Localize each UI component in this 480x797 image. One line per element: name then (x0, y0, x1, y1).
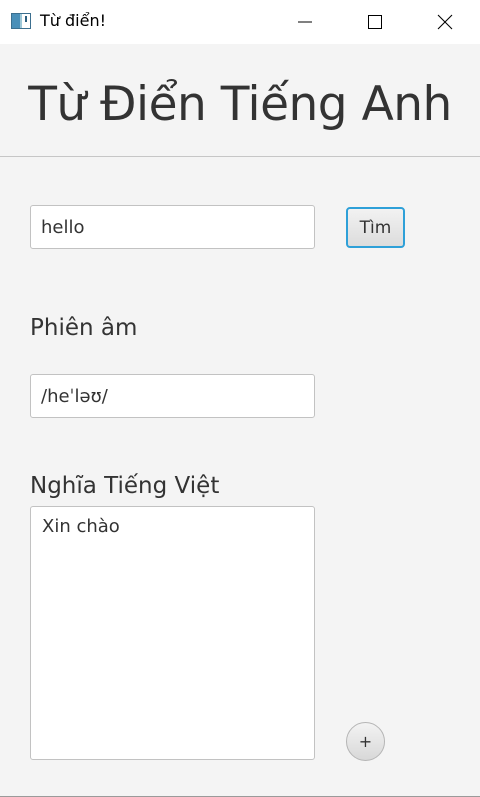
close-button[interactable] (422, 0, 468, 44)
app-icon (11, 13, 31, 29)
maximize-icon (368, 15, 382, 29)
phonetic-field[interactable] (30, 374, 315, 418)
close-icon (437, 14, 453, 30)
minimize-button[interactable] (282, 0, 328, 44)
window-title: Từ điển! (40, 11, 106, 30)
search-button[interactable]: Tìm (346, 207, 405, 248)
meaning-textarea[interactable]: Xin chào (30, 506, 315, 760)
minimize-icon (298, 21, 312, 23)
header-divider (0, 156, 480, 157)
search-input[interactable] (30, 205, 315, 249)
meaning-label: Nghĩa Tiếng Việt (30, 473, 220, 499)
phonetic-label: Phiên âm (30, 315, 138, 341)
add-word-button[interactable]: + (346, 722, 385, 761)
maximize-button[interactable] (352, 0, 398, 44)
page-title: Từ Điển Tiếng Anh (28, 77, 452, 132)
app-window: Từ điển! Từ Điển Tiếng Anh Tìm Phiên âm … (0, 0, 480, 797)
title-bar[interactable]: Từ điển! (0, 0, 480, 44)
